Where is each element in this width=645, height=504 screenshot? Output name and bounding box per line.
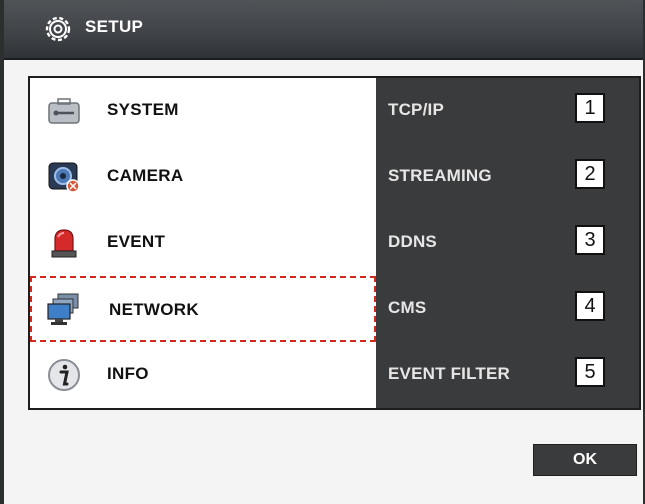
submenu-label: TCP/IP	[388, 100, 444, 119]
shortcut-badge: 1	[575, 93, 605, 123]
camera-icon	[48, 162, 80, 193]
network-monitors-icon	[47, 293, 79, 325]
ok-button[interactable]: OK	[533, 444, 637, 476]
menu-item-network[interactable]: NETWORK	[30, 276, 376, 342]
menu-label-camera: CAMERA	[107, 166, 184, 185]
shortcut-badge: 5	[575, 357, 605, 387]
submenu-label: EVENT FILTER	[388, 364, 511, 383]
submenu-label: DDNS	[388, 232, 437, 251]
submenu-item-event-filter[interactable]: EVENT FILTER 5	[376, 342, 639, 408]
network-submenu: TCP/IP 1 STREAMING 2 DDNS 3 CMS 4 EVENT …	[376, 78, 639, 408]
submenu-label: STREAMING	[388, 166, 492, 185]
alarm-siren-icon	[51, 229, 77, 258]
main-menu: SYSTEM CAMERA EVENT NETWORK INFO	[30, 78, 376, 408]
toolbox-icon	[48, 98, 80, 124]
submenu-item-ddns[interactable]: DDNS 3	[376, 210, 639, 276]
menu-item-info[interactable]: INFO	[30, 342, 376, 408]
menu-item-event[interactable]: EVENT	[30, 210, 376, 276]
title-bar: SETUP	[4, 0, 643, 60]
setup-window: SETUP SYSTEM CAMERA EVENT NETWORK INFO T…	[4, 0, 643, 504]
menu-label-system: SYSTEM	[107, 100, 179, 119]
shortcut-badge: 4	[575, 291, 605, 321]
menu-label-network: NETWORK	[109, 300, 199, 319]
gear-icon	[45, 16, 71, 42]
setup-panel: SYSTEM CAMERA EVENT NETWORK INFO TCP/IP …	[28, 76, 641, 410]
submenu-label: CMS	[388, 298, 427, 317]
shortcut-badge: 3	[575, 225, 605, 255]
menu-item-system[interactable]: SYSTEM	[30, 78, 376, 144]
submenu-item-streaming[interactable]: STREAMING 2	[376, 144, 639, 210]
menu-label-info: INFO	[107, 364, 149, 383]
submenu-item-tcpip[interactable]: TCP/IP 1	[376, 78, 639, 144]
menu-item-camera[interactable]: CAMERA	[30, 144, 376, 210]
menu-label-event: EVENT	[107, 232, 166, 251]
submenu-item-cms[interactable]: CMS 4	[376, 276, 639, 342]
info-icon	[48, 359, 80, 391]
window-title: SETUP	[85, 17, 144, 36]
shortcut-badge: 2	[575, 159, 605, 189]
